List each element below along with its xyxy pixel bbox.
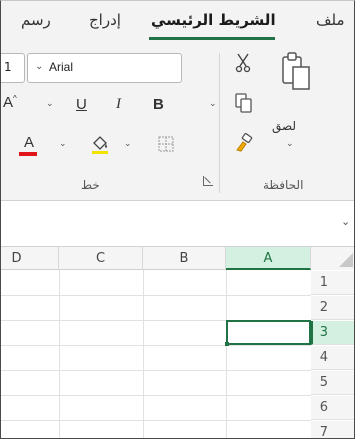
font-group-label: خط xyxy=(81,178,100,192)
row-header-7[interactable]: 7 xyxy=(311,421,354,438)
ribbon: لصق ⌄ ⌄ الحافظة ⌄ Arial 1 B I U ⌄ A^ ⌄ ⌄… xyxy=(1,41,354,201)
grid-hline xyxy=(1,395,311,396)
expand-formula-bar-icon[interactable]: ⌄ xyxy=(341,215,350,228)
font-color-dropdown-icon[interactable]: ⌄ xyxy=(59,139,67,149)
increase-font-size-button[interactable]: A^ xyxy=(3,94,17,111)
scissors-icon xyxy=(235,53,251,73)
copy-icon xyxy=(235,93,252,113)
column-header-c[interactable]: C xyxy=(59,247,143,270)
copy-button[interactable] xyxy=(233,93,255,115)
active-cell-a3[interactable] xyxy=(225,320,311,346)
column-header-a[interactable]: A xyxy=(226,247,311,270)
italic-button[interactable]: I xyxy=(116,96,121,113)
outer-margin xyxy=(355,0,361,439)
clipboard-dialog-launcher-icon[interactable] xyxy=(203,176,213,186)
increase-font-size-label: A xyxy=(3,94,14,111)
row-header-5[interactable]: 5 xyxy=(311,371,354,395)
cut-button[interactable] xyxy=(233,53,253,73)
grid-hline xyxy=(1,345,311,346)
grid-hline xyxy=(1,370,311,371)
copy-dropdown-icon[interactable]: ⌄ xyxy=(209,99,217,109)
underline-dropdown-icon[interactable]: ⌄ xyxy=(46,99,54,109)
underline-button[interactable]: U xyxy=(76,96,87,113)
fill-color-button[interactable] xyxy=(89,133,111,157)
font-color-label: A xyxy=(23,134,34,151)
row-header-1[interactable]: 1 xyxy=(311,271,354,295)
row-header-6[interactable]: 6 xyxy=(311,396,354,420)
ribbon-tabs: ملف الشريط الرئيسي إدراج رسم xyxy=(1,1,354,41)
font-size-dropdown[interactable]: 1 xyxy=(1,53,25,83)
column-headers: A B C D xyxy=(1,247,354,270)
select-all-corner[interactable] xyxy=(311,247,354,270)
font-name-value: Arial xyxy=(49,60,74,74)
font-color-bar xyxy=(19,152,37,156)
format-painter-button[interactable] xyxy=(233,132,255,155)
row-header-2[interactable]: 2 xyxy=(311,296,354,320)
tab-file[interactable]: ملف xyxy=(316,11,345,29)
formula-bar[interactable]: ⌄ xyxy=(1,201,354,247)
clipboard-group-label: الحافظة xyxy=(263,178,304,192)
row-header-3[interactable]: 3 xyxy=(311,321,354,345)
tab-insert[interactable]: إدراج xyxy=(89,11,121,29)
row-header-4[interactable]: 4 xyxy=(311,346,354,370)
active-tab-indicator xyxy=(149,37,275,40)
font-name-dropdown[interactable]: ⌄ Arial xyxy=(27,53,182,83)
spreadsheet-grid[interactable]: A B C D 1 2 3 4 5 6 7 xyxy=(1,247,354,438)
fill-dropdown-icon[interactable]: ⌄ xyxy=(124,139,132,149)
grid-hline xyxy=(1,420,311,421)
paste-dropdown-icon[interactable]: ⌄ xyxy=(286,139,294,149)
borders-icon xyxy=(158,136,174,152)
paste-button[interactable] xyxy=(279,51,313,109)
column-header-b[interactable]: B xyxy=(143,247,226,270)
chevron-down-icon: ⌄ xyxy=(35,61,44,72)
paint-bucket-icon xyxy=(92,136,108,154)
font-size-value: 1 xyxy=(4,60,12,74)
paste-label: لصق xyxy=(272,119,297,133)
tab-home[interactable]: الشريط الرئيسي xyxy=(151,11,276,29)
borders-button[interactable] xyxy=(156,136,176,156)
brush-icon xyxy=(236,132,253,152)
bold-button[interactable]: B xyxy=(153,96,164,113)
font-color-button[interactable]: A xyxy=(19,133,39,157)
column-header-d[interactable]: D xyxy=(1,247,59,270)
grid-hline xyxy=(1,295,311,296)
paste-icon xyxy=(282,52,310,90)
tab-draw[interactable]: رسم xyxy=(21,11,51,29)
excel-window: ملف الشريط الرئيسي إدراج رسم لصق ⌄ ⌄ الح… xyxy=(0,0,355,439)
group-separator xyxy=(219,53,220,193)
